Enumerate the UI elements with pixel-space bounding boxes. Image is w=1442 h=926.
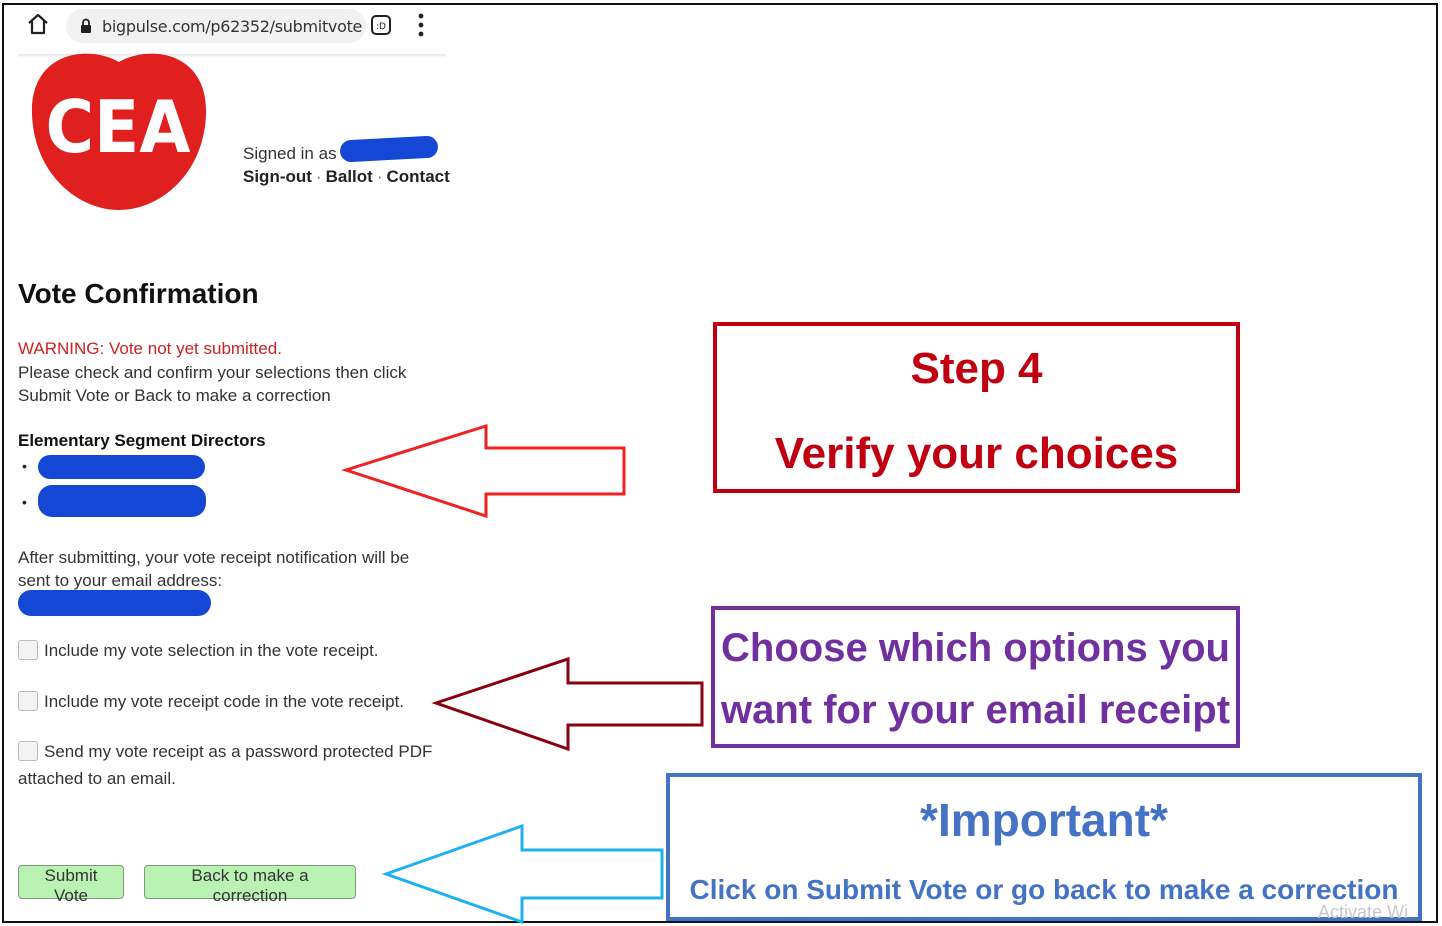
signed-in-label: Signed in as [243, 144, 337, 163]
important-callout: *Important* Click on Submit Vote or go b… [666, 773, 1422, 921]
redacted-email [18, 590, 211, 616]
list-bullet: • [22, 458, 27, 474]
step-callout: Step 4 Verify your choices [713, 322, 1240, 493]
important-callout-text: Click on Submit Vote or go back to make … [689, 874, 1399, 905]
url-field[interactable]: bigpulse.com/p62352/submitvote [66, 9, 366, 43]
ballot-link[interactable]: Ballot [326, 167, 373, 186]
receipt-callout-line1: Choose which options you [721, 626, 1230, 670]
page-title: Vote Confirmation [18, 278, 259, 309]
lock-icon [81, 18, 91, 33]
important-callout-title: *Important* [920, 794, 1168, 846]
receipt-callout-line2: want for your email receipt [720, 688, 1231, 732]
tab-switcher-icon[interactable]: :D [370, 14, 392, 36]
logo-text: CEA [45, 86, 191, 169]
redacted-candidate [38, 455, 205, 479]
list-bullet: • [22, 494, 27, 510]
browser-address-bar: bigpulse.com/p62352/submitvote :D [18, 6, 446, 46]
activate-windows-watermark: Activate Wi [1318, 902, 1409, 922]
nav-separator: · [376, 167, 383, 186]
submit-vote-button[interactable]: Submit Vote [18, 865, 124, 905]
option-pdf: Send my vote receipt as a password prote… [18, 738, 448, 792]
option-label: Send my vote receipt as a password prote… [18, 742, 433, 788]
checkbox-include-code[interactable] [18, 691, 38, 711]
svg-text::D: :D [376, 22, 386, 32]
cea-logo: CEA [31, 53, 207, 210]
option-label: Include my vote receipt code in the vote… [44, 692, 405, 711]
home-icon[interactable] [26, 12, 50, 36]
arrow-left-icon [341, 423, 626, 519]
warning-message: WARNING: Vote not yet submitted. [18, 339, 282, 358]
checkbox-include-selection[interactable] [18, 640, 38, 660]
arrow-left-icon [381, 823, 664, 925]
receipt-note: After submitting, your vote receipt noti… [18, 548, 410, 590]
back-button[interactable]: Back to make a correction [144, 865, 356, 905]
step-callout-title: Step 4 [910, 344, 1043, 393]
url-text: bigpulse.com/p62352/submitvote [102, 17, 363, 36]
overflow-menu-icon[interactable] [416, 12, 426, 38]
redacted-candidate [38, 485, 206, 517]
instructions-text: Please check and confirm your selections… [18, 363, 407, 405]
option-label: Include my vote selection in the vote re… [44, 641, 379, 660]
step-callout-subtitle: Verify your choices [774, 429, 1179, 478]
checkbox-pdf[interactable] [18, 741, 38, 761]
arrow-left-icon [431, 656, 704, 752]
nav-separator: · [315, 167, 322, 186]
receipt-callout: Choose which options you want for your e… [711, 606, 1240, 748]
account-nav: Sign-out · Ballot · Contact [243, 167, 450, 187]
segment-heading: Elementary Segment Directors [18, 431, 266, 450]
option-include-selection: Include my vote selection in the vote re… [18, 637, 448, 664]
contact-link[interactable]: Contact [387, 167, 450, 186]
option-include-code: Include my vote receipt code in the vote… [18, 688, 448, 715]
signout-link[interactable]: Sign-out [243, 167, 312, 186]
